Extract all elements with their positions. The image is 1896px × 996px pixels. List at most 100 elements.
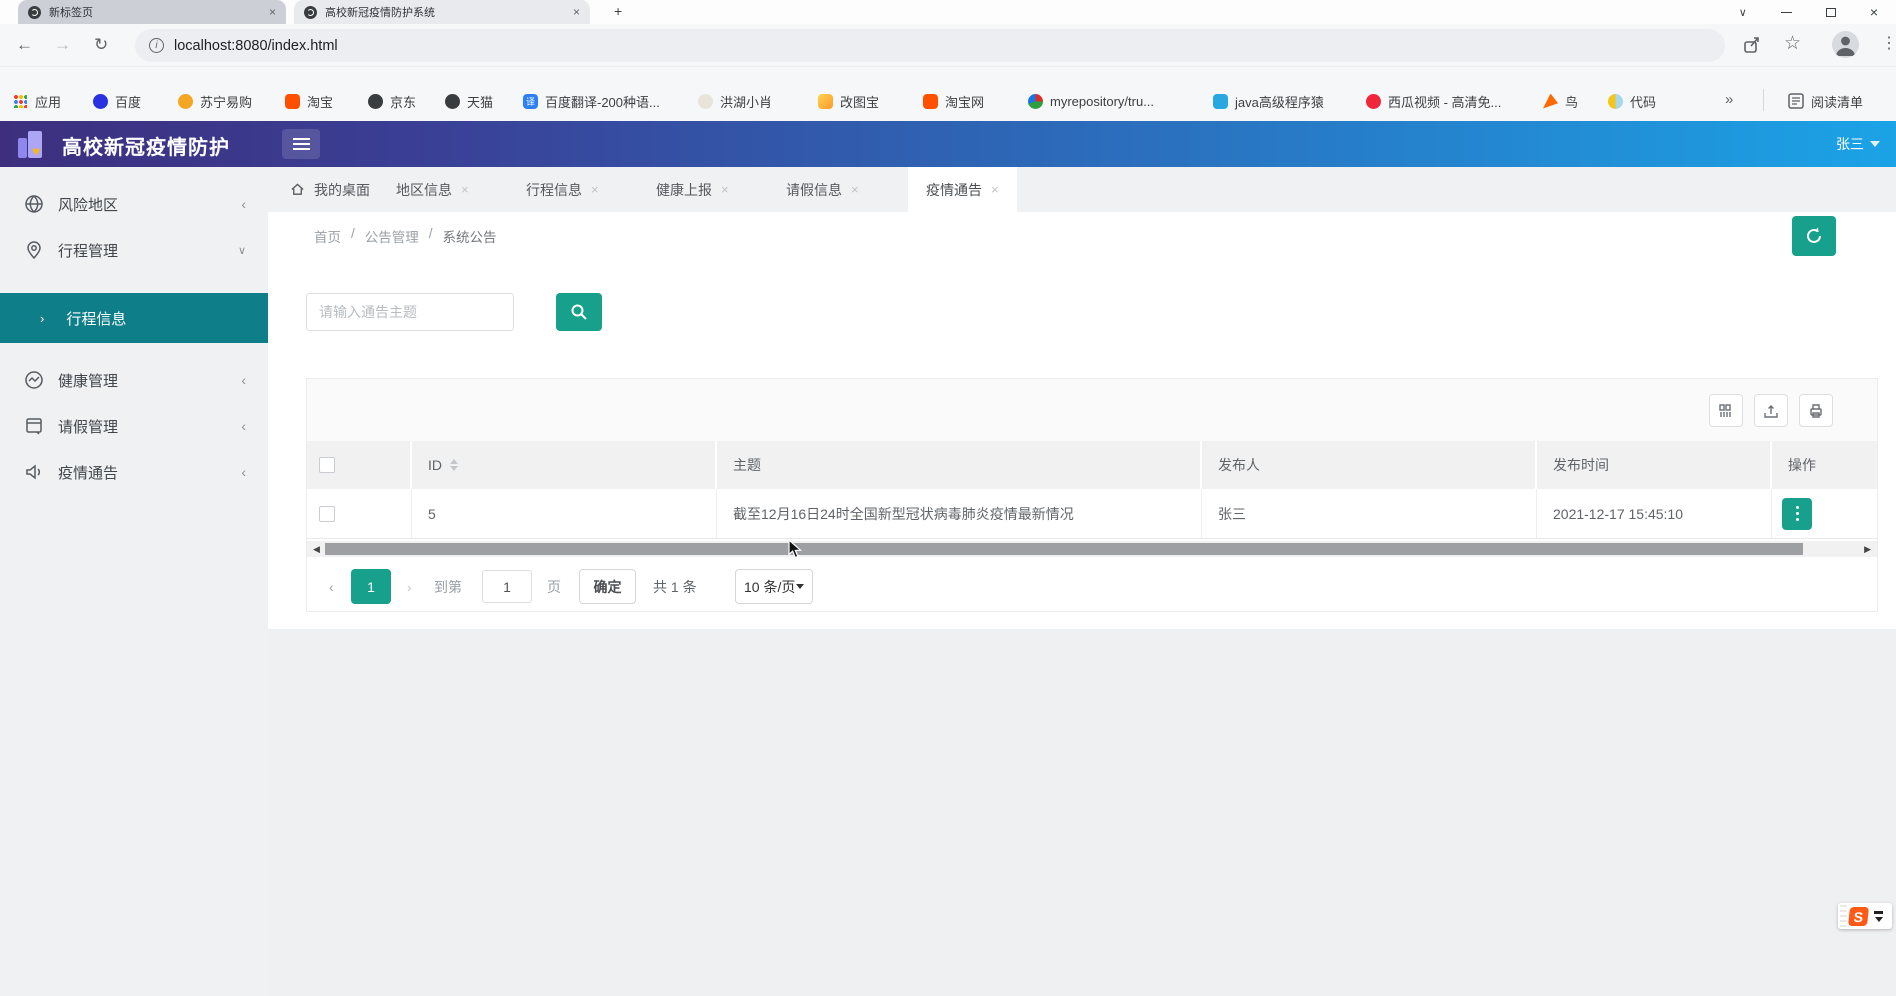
scroll-right-icon[interactable]: ▶ — [1864, 544, 1871, 555]
row-id-cell: 5 — [412, 489, 717, 538]
ime-toolbar[interactable]: S — [1838, 903, 1892, 929]
tab-leave-info[interactable]: 请假信息× — [780, 167, 865, 212]
window-minimize-icon[interactable] — [1781, 12, 1792, 13]
bookmark-baidu[interactable]: 百度 — [93, 89, 141, 113]
horizontal-scrollbar[interactable]: ◀ ▶ — [307, 541, 1877, 557]
apps-grid-icon — [13, 94, 28, 109]
tab-health-report[interactable]: 健康上报× — [650, 167, 735, 212]
sidebar-subitem-trip-info[interactable]: › 行程信息 — [0, 293, 268, 343]
select-all-checkbox[interactable] — [319, 457, 335, 473]
tab-close-icon[interactable]: × — [721, 182, 729, 197]
bookmarks-overflow-icon[interactable]: » — [1725, 91, 1733, 108]
tab-close-icon[interactable]: × — [851, 182, 859, 197]
tab-my-desktop[interactable]: 我的桌面 — [284, 167, 376, 212]
row-actions-cell — [1772, 489, 1877, 538]
columns-toggle-button[interactable] — [1709, 394, 1743, 427]
sidebar-item-health-mgmt[interactable]: 健康管理 ‹ — [0, 357, 268, 403]
home-icon — [290, 182, 305, 197]
page-prev-icon[interactable]: ‹ — [329, 569, 334, 604]
page-next-icon[interactable]: › — [407, 569, 412, 604]
tab-close-icon[interactable]: × — [573, 5, 580, 19]
xigua-pin-icon — [1366, 94, 1381, 109]
taobao-icon — [285, 94, 300, 109]
browser-tab-app[interactable]: 高校新冠疫情防护系统 × — [294, 0, 590, 24]
sidebar-item-epidemic-notice[interactable]: 疫情通告 ‹ — [0, 449, 268, 495]
window-restore-icon[interactable] — [1826, 8, 1836, 17]
search-button[interactable] — [556, 293, 602, 331]
sidebar-item-risk-area[interactable]: 风险地区 ‹ — [0, 181, 268, 227]
bookmark-apps[interactable]: 应用 — [13, 89, 61, 113]
breadcrumb-notice-mgmt[interactable]: 公告管理 — [365, 226, 419, 246]
goto-page-input[interactable] — [482, 570, 532, 603]
tab-region-info[interactable]: 地区信息× — [390, 167, 475, 212]
app-tab-bar: 我的桌面 地区信息× 行程信息× 健康上报× 请假信息× 疫情通告× — [268, 167, 1896, 212]
bookmark-honghu[interactable]: 洪湖小肖 — [698, 89, 772, 113]
bookmark-taobaowang[interactable]: 淘宝网 — [923, 89, 984, 113]
username: 张三 — [1836, 134, 1864, 154]
row-time-cell: 2021-12-17 15:45:10 — [1537, 489, 1772, 538]
share-icon[interactable] — [1742, 35, 1762, 55]
header-select-cell — [307, 441, 412, 489]
search-input[interactable] — [306, 293, 514, 331]
bookmark-xigua[interactable]: 西瓜视频 - 高清免... — [1366, 89, 1501, 113]
confirm-button[interactable]: 确定 — [579, 569, 636, 604]
reading-list-button[interactable]: 阅读清单 — [1788, 89, 1863, 113]
bookmark-tmall[interactable]: 天猫 — [445, 89, 493, 113]
collapse-chevron-icon: ‹ — [241, 418, 246, 434]
tab-close-icon[interactable]: × — [991, 182, 999, 197]
reload-icon[interactable]: ↻ — [94, 35, 108, 55]
tab-close-icon[interactable]: × — [461, 182, 469, 197]
bookmark-java[interactable]: java高级程序猿 — [1213, 89, 1324, 113]
sort-icon[interactable] — [450, 459, 458, 471]
ime-minimize-icon[interactable] — [1874, 911, 1883, 914]
bookmark-bird[interactable]: 鸟 — [1543, 89, 1578, 113]
browser-menu-icon[interactable]: ⋮ — [1881, 33, 1896, 53]
page-size-select[interactable]: 10 条/页 — [735, 569, 813, 604]
refresh-icon — [1804, 226, 1824, 246]
site-info-icon[interactable]: i — [149, 38, 164, 53]
page-current-button[interactable]: 1 — [351, 569, 391, 604]
app-favicon — [304, 6, 317, 19]
sidebar-toggle-button[interactable] — [282, 129, 320, 159]
bookmark-suning[interactable]: 苏宁易购 — [178, 89, 252, 113]
repo-circle-icon — [1028, 94, 1043, 109]
forward-icon[interactable]: → — [54, 35, 71, 55]
refresh-button[interactable] — [1792, 216, 1836, 256]
sidebar-item-leave-mgmt[interactable]: 请假管理 ‹ — [0, 403, 268, 449]
tab-close-icon[interactable]: × — [269, 5, 276, 19]
bookmark-star-icon[interactable]: ☆ — [1784, 32, 1801, 55]
header-id-cell[interactable]: ID — [412, 441, 717, 489]
ime-expand-icon[interactable] — [1875, 917, 1883, 922]
bird-sketch-icon — [698, 94, 713, 109]
window-close-icon[interactable]: × — [1870, 4, 1878, 20]
app-header: ♥ 高校新冠疫情防护 张三 — [0, 121, 1896, 167]
row-actions-button[interactable] — [1782, 498, 1812, 530]
tab-epidemic-notice[interactable]: 疫情通告× — [908, 167, 1017, 212]
location-pin-icon — [24, 240, 44, 260]
print-button[interactable] — [1799, 394, 1833, 427]
bookmark-myrepository[interactable]: myrepository/tru... — [1028, 89, 1154, 113]
row-checkbox[interactable] — [319, 506, 335, 522]
bookmark-fanyi[interactable]: 译百度翻译-200种语... — [523, 89, 660, 113]
divider — [1763, 89, 1764, 111]
bookmark-gaitubao[interactable]: 改图宝 — [818, 89, 879, 113]
bookmark-jd[interactable]: 京东 — [368, 89, 416, 113]
scrollbar-thumb[interactable] — [325, 543, 1803, 555]
back-icon[interactable]: ← — [16, 35, 33, 55]
mouse-cursor — [788, 539, 806, 559]
bookmark-taobao[interactable]: 淘宝 — [285, 89, 333, 113]
new-tab-button[interactable]: + — [614, 3, 622, 19]
tab-close-icon[interactable]: × — [591, 182, 599, 197]
breadcrumb-home[interactable]: 首页 — [314, 226, 341, 246]
profile-avatar[interactable] — [1832, 31, 1859, 58]
export-button[interactable] — [1754, 394, 1788, 427]
browser-tab-newtab[interactable]: 新标签页 × — [18, 0, 286, 24]
bookmark-code[interactable]: 代码 — [1608, 89, 1656, 113]
baidu-paw-icon — [93, 94, 108, 109]
window-chevron-icon[interactable]: ∨ — [1739, 6, 1747, 19]
sidebar-item-trip-mgmt[interactable]: 行程管理 ∨ — [0, 227, 268, 273]
user-menu[interactable]: 张三 — [1836, 134, 1880, 154]
tab-trip-info[interactable]: 行程信息× — [520, 167, 605, 212]
scroll-left-icon[interactable]: ◀ — [313, 544, 320, 555]
address-bar[interactable]: i localhost:8080/index.html — [135, 29, 1725, 62]
